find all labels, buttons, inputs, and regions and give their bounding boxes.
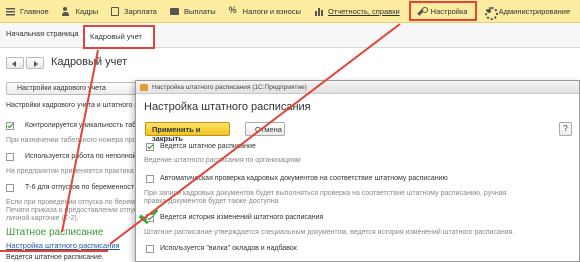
- tab-home[interactable]: Начальная страница: [6, 29, 79, 38]
- uniqueness-hint: При назначении табельного номера пров: [6, 137, 141, 144]
- gear-icon: [484, 6, 498, 20]
- wrench-icon: [417, 6, 428, 16]
- nav-taxes-label: Налоги и взносы: [242, 6, 301, 16]
- maternity-hint: Если при проведении отпуска по беременно…: [6, 199, 154, 206]
- nav-main-label: Главное: [20, 6, 49, 16]
- nav-salary-label: Зарплата: [124, 6, 157, 16]
- forward-button[interactable]: [26, 57, 44, 69]
- t6-checkbox[interactable]: [6, 184, 14, 192]
- nav-payments-label: Выплаты: [183, 6, 216, 16]
- practice-hint: На предприятии применяется практика р: [6, 168, 140, 175]
- auto-check-label: Автоматическая проверка кадровых докумен…: [160, 175, 448, 182]
- staff-schedule-dialog: Настройка штатного расписания (1С:Предпр…: [135, 80, 580, 262]
- nav-taxes[interactable]: Налоги и взносы: [223, 0, 308, 23]
- salary-range-checkbox[interactable]: [146, 245, 154, 253]
- nav-salary[interactable]: Зарплата: [105, 0, 164, 23]
- highlight-underline: [0, 250, 108, 252]
- nav-settings-label: Настройка: [430, 6, 468, 16]
- tab-hr-accounting[interactable]: Кадровый учет: [83, 25, 155, 49]
- hr-settings-button[interactable]: Настройки кадрового учета: [6, 82, 136, 95]
- nav-hr[interactable]: Кадры: [56, 0, 105, 23]
- menu-icon: [6, 6, 15, 16]
- part-time-checkbox[interactable]: [6, 153, 14, 161]
- nav-admin-label: Администрирование: [498, 6, 571, 16]
- cancel-button[interactable]: Отмена: [245, 122, 285, 136]
- percent-icon: [229, 5, 238, 16]
- staff-schedule-settings-link[interactable]: Настройка штатного расписания: [6, 241, 120, 250]
- part-time-label: Используется работа по неполной: [25, 153, 137, 160]
- t6-label: Т-6 для отпусков по беременност: [25, 184, 134, 191]
- chart-icon: [313, 6, 323, 16]
- auto-check-checkbox[interactable]: [146, 175, 154, 183]
- auto-check-hint-1: При записи кадровых документов будет вып…: [144, 190, 507, 197]
- nav-payments[interactable]: Выплаты: [164, 0, 223, 23]
- staff-schedule-checkbox[interactable]: [146, 143, 154, 151]
- history-hint: Штатное расписание утверждается специаль…: [144, 229, 515, 236]
- nav-hr-label: Кадры: [75, 6, 99, 16]
- by-organization-hint: Ведение штатного расписания по организац…: [144, 157, 301, 164]
- t2-hint: личной карточке (Т-2).: [6, 215, 79, 222]
- dialog-heading: Настройка штатного расписания: [144, 101, 311, 113]
- app-logo-icon: [140, 84, 148, 91]
- nav-reports[interactable]: Отчетность, справки: [308, 0, 407, 23]
- staff-schedule-status: Ведется штатное расписание.: [6, 254, 104, 261]
- section-staff-schedule: Штатное расписание: [6, 227, 104, 238]
- back-button[interactable]: [6, 57, 24, 69]
- history-label: Ведется история изменений штатного распи…: [160, 214, 324, 221]
- wallet-icon: [169, 7, 179, 15]
- tab-bar: Начальная страница Кадровый учет: [0, 23, 580, 49]
- people-icon: [61, 6, 71, 16]
- order-print-hint: Печати приказа о предоставлении отпуск: [6, 207, 141, 214]
- nav-admin[interactable]: Администрирование: [479, 0, 578, 23]
- nav-reports-label: Отчетность, справки: [327, 6, 400, 16]
- dialog-window-title: Настройка штатного расписания (1С:Предпр…: [152, 84, 307, 91]
- page-title: Кадровый учет: [51, 56, 128, 68]
- history-checkbox[interactable]: [146, 214, 154, 222]
- nav-main[interactable]: Главное: [0, 0, 56, 23]
- staff-schedule-label: Ведется штатное расписание: [160, 143, 256, 150]
- apply-and-close-button[interactable]: Применить и закрыть: [145, 122, 230, 143]
- salary-range-label: Используется "вилка" окладов и надбавок: [160, 245, 297, 252]
- nav-settings[interactable]: Настройка: [408, 1, 477, 21]
- document-icon: [111, 6, 120, 16]
- auto-check-hint-2: правка документов будет также доступна: [144, 198, 279, 205]
- uniqueness-checkbox[interactable]: [6, 122, 14, 130]
- dialog-titlebar: Настройка штатного расписания (1С:Предпр…: [136, 81, 579, 94]
- top-navigation: Главное Кадры Зарплата Выплаты Налоги и …: [0, 0, 580, 23]
- help-button[interactable]: ?: [559, 122, 572, 136]
- uniqueness-label: Контролируется уникальность табе: [25, 122, 140, 129]
- hr-settings-description: Настройки кадрового учета и штатного р: [6, 102, 139, 109]
